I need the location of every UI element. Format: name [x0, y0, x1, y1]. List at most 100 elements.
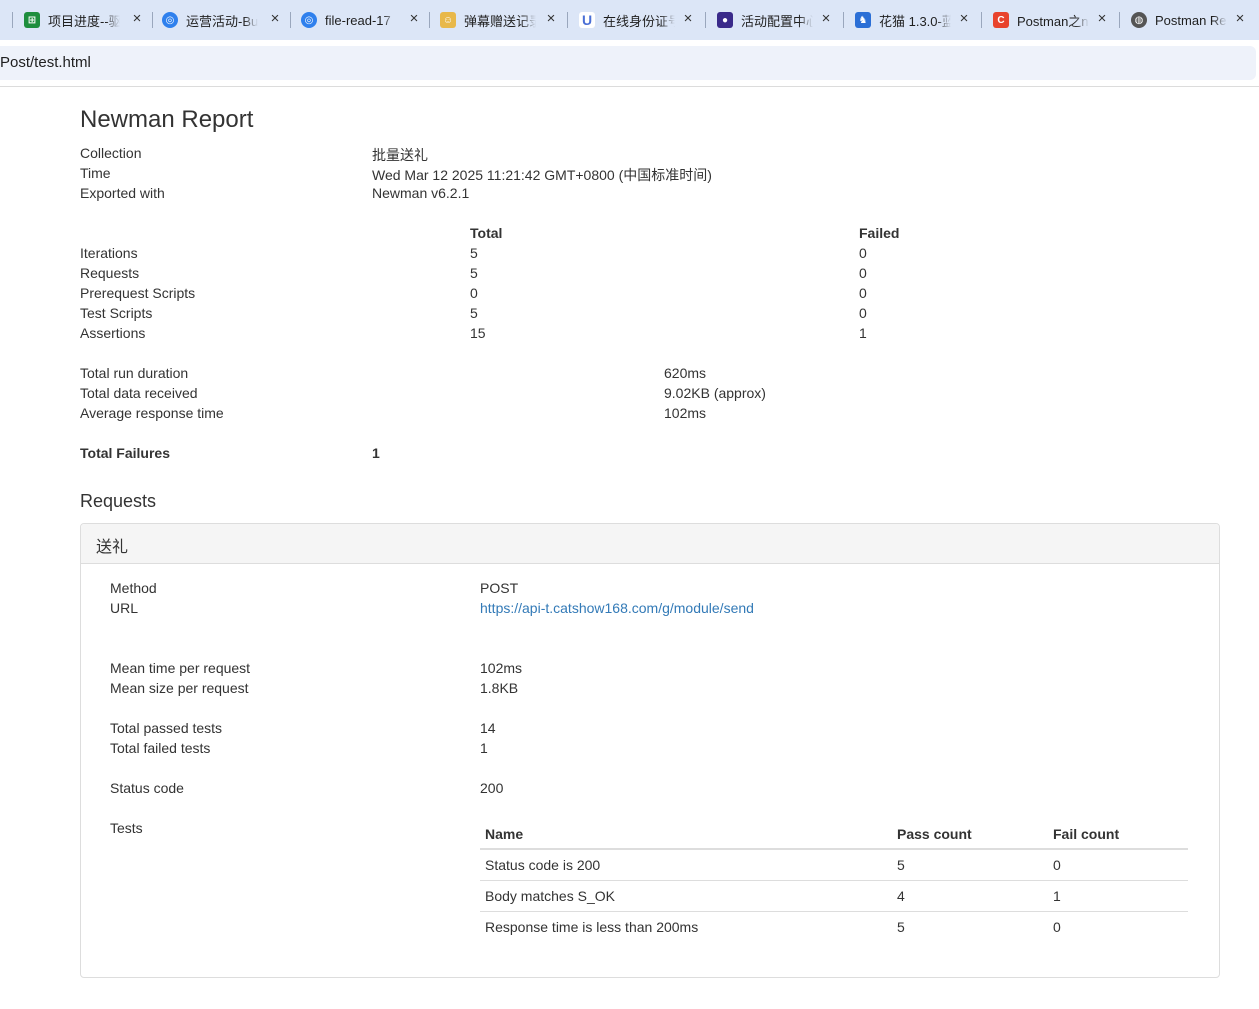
summary-label: Prerequest Scripts — [80, 285, 196, 301]
close-icon[interactable]: × — [1095, 11, 1109, 26]
tab-title: 项目进度--驱 — [48, 13, 120, 29]
close-icon[interactable]: × — [544, 11, 558, 26]
url-label: URL — [110, 600, 139, 616]
tab-title: 运营活动-Bu — [186, 13, 258, 29]
planet-icon: ● — [717, 12, 733, 28]
close-icon[interactable]: × — [819, 11, 833, 26]
summary-label: Requests — [80, 265, 140, 281]
summary-failed: 0 — [859, 285, 867, 301]
browser-tab[interactable]: ⊞ 项目进度--驱 × — [24, 6, 142, 34]
url-link[interactable]: https://api-t.catshow168.com/g/module/se… — [480, 600, 754, 616]
browser-tab[interactable]: ◎ 运营活动-Bu × — [162, 6, 280, 34]
timing-label: Total run duration — [80, 365, 189, 381]
request-panel-header[interactable]: 送礼 — [81, 524, 1219, 564]
table-row: Status code is 200 5 0 — [480, 849, 1188, 881]
summary-failed: 0 — [859, 265, 867, 281]
summary-header-failed: Failed — [859, 225, 900, 241]
close-icon[interactable]: × — [681, 11, 695, 26]
tab-separator — [429, 12, 430, 28]
meta-value: 批量送礼 — [372, 147, 428, 163]
summary-total: 15 — [470, 325, 486, 341]
tab-title: Postman Re — [1155, 12, 1227, 28]
mean-size-label: Mean size per request — [110, 680, 249, 696]
close-icon[interactable]: × — [957, 11, 971, 26]
browser-tab[interactable]: C Postman之n × — [993, 6, 1107, 34]
tests-table: Name Pass count Fail count Status code i… — [480, 818, 1188, 942]
summary-label: Assertions — [80, 325, 146, 341]
tab-separator — [981, 12, 982, 28]
close-icon[interactable]: × — [407, 11, 421, 26]
close-icon[interactable]: × — [130, 11, 144, 26]
request-name: 送礼 — [96, 539, 129, 556]
tab-title: 花猫 1.3.0-蓝 — [879, 13, 951, 29]
summary-failed: 0 — [859, 245, 867, 261]
total-failures-value: 1 — [372, 445, 380, 461]
meta-label: Exported with — [80, 185, 165, 201]
meta-label: Collection — [80, 145, 142, 161]
method-label: Method — [110, 580, 157, 596]
test-name: Body matches S_OK — [480, 880, 892, 912]
page-title: Newman Report — [80, 106, 254, 133]
summary-total: 5 — [470, 245, 478, 261]
close-icon[interactable]: × — [268, 11, 282, 26]
timing-value: 102ms — [664, 405, 707, 421]
swirl-icon: ◎ — [301, 12, 317, 28]
method-value: POST — [480, 580, 519, 596]
column-header-fail: Fail count — [1048, 818, 1188, 850]
summary-total: 5 — [470, 265, 478, 281]
test-fail-count: 1 — [1048, 880, 1188, 912]
mean-time-label: Mean time per request — [110, 660, 251, 676]
failed-tests-value: 1 — [480, 740, 488, 756]
browser-tab-bar: ⊞ 项目进度--驱 × ◎ 运营活动-Bu × ◎ file-read-17 ×… — [0, 0, 1259, 40]
timing-value: 620ms — [664, 365, 707, 381]
tab-separator — [843, 12, 844, 28]
tab-separator — [705, 12, 706, 28]
u-icon: U — [579, 12, 595, 28]
timing-label: Average response time — [80, 405, 224, 421]
mean-time-value: 102ms — [480, 660, 523, 676]
test-fail-count: 0 — [1048, 849, 1188, 881]
tab-title: 弹幕赠送记录 — [464, 13, 536, 29]
column-header-pass: Pass count — [892, 818, 1048, 850]
table-header-row: Name Pass count Fail count — [480, 818, 1188, 850]
globe-icon: ◍ — [1131, 12, 1147, 28]
browser-tab[interactable]: ☺ 弹幕赠送记录 × — [440, 6, 556, 34]
passed-tests-value: 14 — [480, 720, 496, 736]
timing-label: Total data received — [80, 385, 198, 401]
meta-value: Newman v6.2.1 — [372, 185, 470, 201]
address-bar[interactable]: Post/test.html — [0, 46, 1256, 80]
test-name: Status code is 200 — [480, 849, 892, 881]
tab-title: 活动配置中心 — [741, 13, 813, 29]
timing-value: 9.02KB (approx) — [664, 385, 766, 401]
tab-separator — [152, 12, 153, 28]
total-failures-label: Total Failures — [80, 445, 170, 461]
test-pass-count: 5 — [892, 849, 1048, 881]
browser-tab[interactable]: ◎ file-read-17 × — [301, 6, 419, 34]
tab-title: 在线身份证号 — [603, 13, 675, 29]
column-header-name: Name — [480, 818, 892, 850]
meta-value: Wed Mar 12 2025 11:21:42 GMT+0800 (中国标准时… — [372, 167, 712, 183]
tab-title: file-read-17 — [325, 12, 391, 28]
summary-label: Test Scripts — [80, 305, 153, 321]
avatar-icon: ☺ — [440, 12, 456, 28]
browser-tab[interactable]: ● 活动配置中心 × — [717, 6, 831, 34]
spreadsheet-icon: ⊞ — [24, 12, 40, 28]
test-fail-count: 0 — [1053, 918, 1061, 935]
summary-total: 5 — [470, 305, 478, 321]
tab-separator — [290, 12, 291, 28]
table-row: Body matches S_OK 4 1 — [480, 880, 1188, 912]
browser-tab[interactable]: U 在线身份证号 × — [579, 6, 693, 34]
table-row: Response time is less than 200ms 5 0 — [480, 911, 1188, 942]
tab-separator — [12, 12, 13, 28]
failed-tests-label: Total failed tests — [110, 740, 211, 756]
tab-title: Postman之n — [1017, 13, 1089, 29]
tab-separator — [567, 12, 568, 28]
close-icon[interactable]: × — [1233, 11, 1247, 26]
address-url: Post/test.html — [0, 54, 91, 71]
passed-tests-label: Total passed tests — [110, 720, 223, 736]
test-name: Response time is less than 200ms — [485, 918, 699, 935]
browser-tab[interactable]: ◍ Postman Re × — [1131, 6, 1245, 34]
browser-tab[interactable]: ♞ 花猫 1.3.0-蓝 × — [855, 6, 969, 34]
meta-label: Time — [80, 165, 111, 181]
chrome-divider — [0, 86, 1259, 87]
